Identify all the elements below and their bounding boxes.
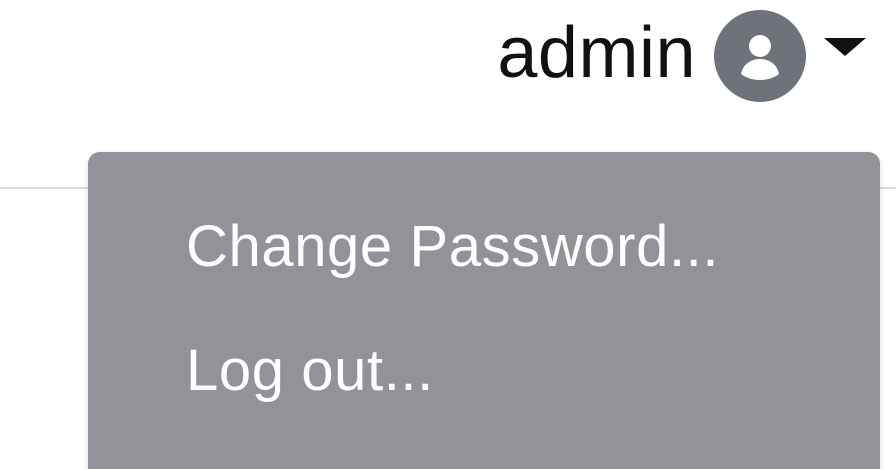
- username-label: admin: [497, 13, 696, 93]
- change-password-menu-item[interactable]: Change Password...: [186, 218, 719, 276]
- user-menu-trigger[interactable]: admin: [396, 4, 866, 108]
- user-circle-icon: [714, 10, 806, 102]
- page: admin Change Password... Log out...: [0, 0, 896, 469]
- caret-down-icon: [824, 38, 866, 56]
- logout-menu-item[interactable]: Log out...: [186, 342, 434, 400]
- user-dropdown-menu: Change Password... Log out...: [88, 152, 880, 469]
